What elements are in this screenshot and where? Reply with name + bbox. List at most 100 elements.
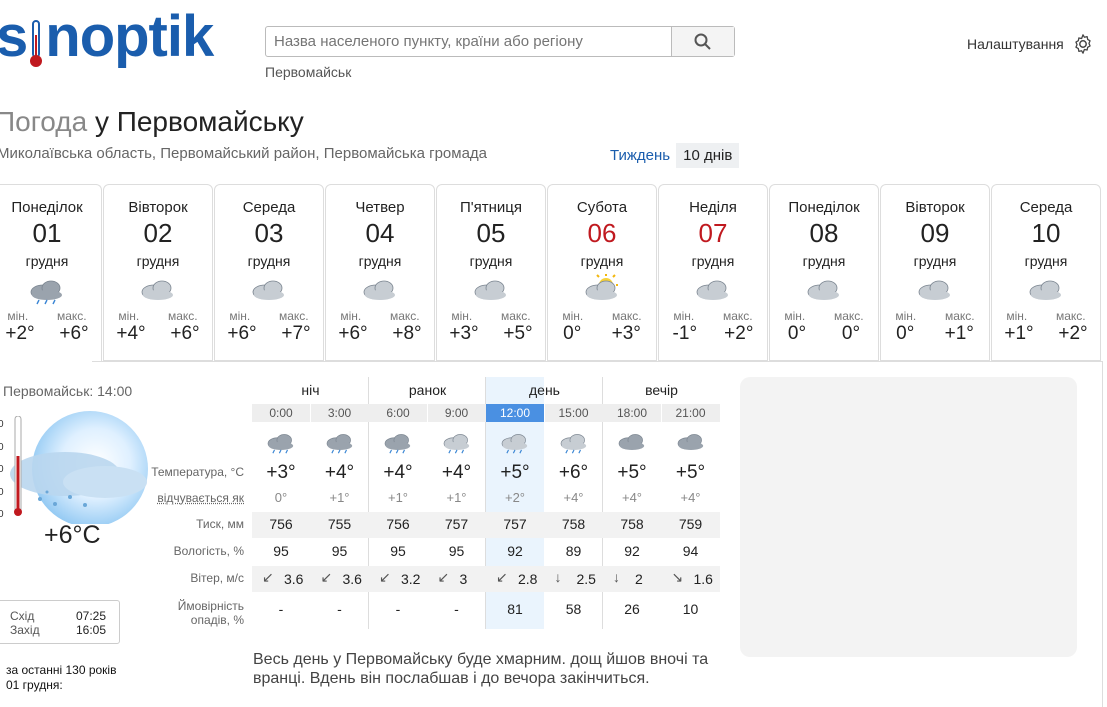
thermometer-scale: 0 0 0 0 0 (0, 414, 22, 520)
min-label: мін. (229, 309, 251, 323)
day-card-03[interactable]: Середа 03 грудня мін. макс. +6° +7° (214, 184, 324, 361)
day-icon-wrap (881, 269, 989, 309)
scale-tick: 0 (0, 419, 4, 430)
max-label: макс. (56, 309, 87, 323)
min-label: мін. (1006, 309, 1028, 323)
settings-label: Налаштування (967, 36, 1064, 52)
max-temp: +8° (392, 323, 422, 344)
max-temp: +1° (944, 323, 974, 344)
title-location: у Первомайську (94, 106, 304, 137)
title-prefix: Погода (0, 106, 88, 137)
day-description: Весь день у Первомайську буде хмарним. д… (253, 651, 709, 687)
day-month: грудня (358, 253, 402, 269)
day-weekday: Вівторок (905, 199, 965, 216)
max-label: макс. (944, 309, 975, 323)
current-weather-image (0, 404, 155, 527)
min-temp: +3° (449, 323, 479, 344)
min-label: мін. (784, 309, 806, 323)
cloud-icon (141, 280, 173, 300)
day-weekday: П'ятниця (459, 199, 522, 216)
search-button[interactable] (671, 27, 734, 56)
day-weekday: Середа (1019, 199, 1073, 216)
max-temp: +6° (170, 323, 200, 344)
settings-button[interactable]: Налаштування (967, 33, 1094, 55)
cloud-rain-icon (30, 280, 62, 305)
day-weekday: Середа (242, 199, 296, 216)
max-label: макс. (278, 309, 309, 323)
current-temperature: +6°C (44, 521, 101, 549)
day-card-09[interactable]: Вівторок 09 грудня мін. макс. 0° +1° (880, 184, 990, 361)
max-label: макс. (722, 309, 753, 323)
day-weekday: Вівторок (128, 199, 188, 216)
search-suggestion-link[interactable]: Первомайськ (265, 64, 351, 80)
min-temp: +4° (116, 323, 146, 344)
history-line-2: 01 грудня: (6, 678, 63, 692)
period-tabs: Тиждень 10 днів (610, 143, 740, 168)
scale-tick: 0 (0, 486, 4, 498)
search-box (265, 26, 735, 57)
day-date: 02 (143, 218, 173, 248)
max-label: макс. (167, 309, 198, 323)
day-month: грудня (691, 253, 735, 269)
logo[interactable]: s noptik (0, 2, 214, 72)
day-card-10[interactable]: Середа 10 грудня мін. макс. +1° +2° (991, 184, 1101, 361)
tab-week[interactable]: Тиждень (610, 147, 670, 164)
cloud-icon (696, 280, 728, 300)
day-card-08[interactable]: Понеділок 08 грудня мін. макс. 0° 0° (769, 184, 879, 361)
day-card-04[interactable]: Четвер 04 грудня мін. макс. +6° +8° (325, 184, 435, 361)
sunrise-label: Схід (10, 609, 35, 623)
day-month: грудня (913, 253, 957, 269)
max-label: макс. (500, 309, 531, 323)
max-temp: +2° (1058, 323, 1088, 344)
max-label: макс. (833, 309, 864, 323)
current-label: Первомайськ: 14:00 (3, 383, 133, 399)
scale-tick: 0 (0, 441, 4, 453)
search-input[interactable] (266, 27, 682, 55)
max-label: макс. (389, 309, 420, 323)
day-card-02[interactable]: Вівторок 02 грудня мін. макс. +4° +6° (103, 184, 213, 361)
sunset-time: 16:05 (76, 623, 107, 637)
day-date: 09 (920, 218, 950, 248)
min-temp: +6° (227, 323, 257, 344)
max-temp: +5° (503, 323, 533, 344)
sunset-label: Захід (10, 623, 40, 637)
day-month: грудня (247, 253, 291, 269)
day-month: грудня (25, 253, 69, 269)
day-icon-wrap (0, 269, 101, 309)
day-card-07[interactable]: Неділя 07 грудня мін. макс. -1° +2° (658, 184, 768, 361)
day-icon-wrap (437, 269, 545, 309)
day-date: 06 (587, 218, 617, 248)
day-card-01[interactable]: Понеділок 01 грудня мін. макс. +2° +6° (0, 184, 102, 362)
cloud-icon (807, 280, 839, 300)
max-temp: 0° (841, 323, 861, 344)
min-label: мін. (895, 309, 917, 323)
max-temp: +7° (281, 323, 311, 344)
scale-tick: 0 (0, 464, 4, 475)
day-icon-wrap (992, 269, 1100, 309)
sun-cloud-icon (585, 274, 618, 300)
day-card-05[interactable]: П'ятниця 05 грудня мін. макс. +3° +5° (436, 184, 546, 361)
min-temp: 0° (896, 323, 915, 344)
cloud-icon (918, 280, 950, 300)
min-label: мін. (340, 309, 362, 323)
sun-times: Схід 07:25 Захід 16:05 (0, 600, 120, 644)
day-weekday: Понеділок (788, 199, 860, 216)
day-date: 03 (254, 218, 284, 248)
day-date: 08 (809, 218, 839, 248)
day-icon-wrap (548, 269, 656, 309)
min-label: мін. (673, 309, 695, 323)
tab-10-days[interactable]: 10 днів (676, 143, 740, 168)
page-title: Погода у Первомайську (0, 106, 304, 138)
day-month: грудня (580, 253, 624, 269)
max-temp: +2° (724, 323, 754, 344)
day-month: грудня (136, 253, 180, 269)
day-date: 05 (476, 218, 506, 248)
day-icon-wrap (770, 269, 878, 309)
day-weekday: Неділя (689, 199, 737, 216)
day-date: 04 (365, 218, 395, 248)
max-temp: +6° (59, 323, 89, 344)
day-weekday: Четвер (355, 199, 405, 216)
day-card-06[interactable]: Субота 06 грудня мін. макс. 0° +3° (547, 184, 657, 361)
max-label: макс. (1055, 309, 1086, 323)
day-icon-wrap (326, 269, 434, 309)
